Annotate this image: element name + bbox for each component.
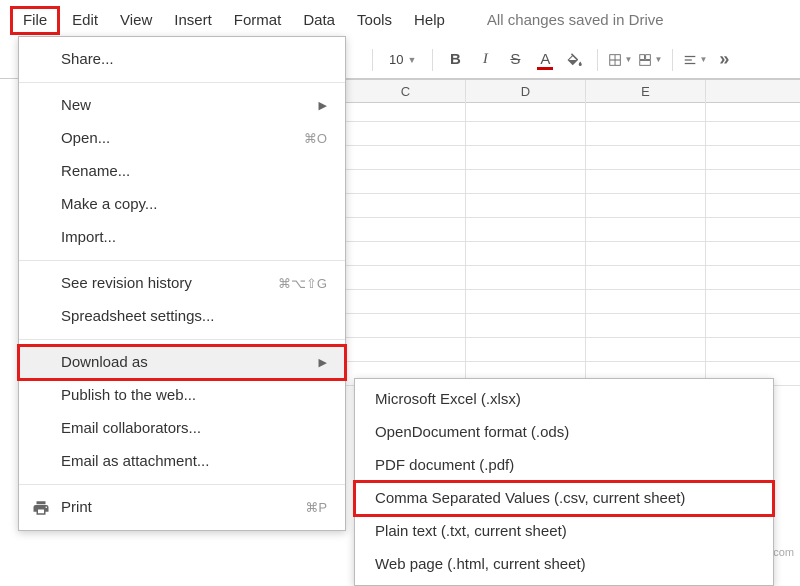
toolbar-separator [432, 49, 433, 71]
menu-item-share[interactable]: Share... [19, 43, 345, 76]
toolbar-separator [672, 49, 673, 71]
menu-item-email-collaborators[interactable]: Email collaborators... [19, 412, 345, 445]
menu-label: Email collaborators... [61, 420, 201, 437]
text-color-button[interactable]: A [533, 48, 557, 72]
submenu-item-pdf[interactable]: PDF document (.pdf) [355, 449, 773, 482]
printer-icon [31, 499, 51, 517]
submenu-item-ods[interactable]: OpenDocument format (.ods) [355, 416, 773, 449]
menu-item-email-attachment[interactable]: Email as attachment... [19, 445, 345, 478]
menu-data[interactable]: Data [293, 8, 345, 33]
toolbar-more-button[interactable]: » [713, 49, 735, 70]
horizontal-align-button[interactable]: ▼ [683, 48, 707, 72]
menu-label: New [61, 97, 91, 114]
paint-bucket-icon [566, 51, 584, 69]
fill-color-button[interactable] [563, 48, 587, 72]
menu-label: See revision history [61, 275, 192, 292]
menu-file[interactable]: File [10, 6, 60, 35]
menu-label: Download as [61, 354, 148, 371]
menu-view[interactable]: View [110, 8, 162, 33]
shortcut: ⌘⌥⇧G [278, 276, 327, 292]
menu-label: Print [61, 499, 92, 516]
chevron-down-icon: ▼ [699, 55, 707, 64]
menu-label: Email as attachment... [61, 453, 209, 470]
menu-label: Make a copy... [61, 196, 157, 213]
chevron-down-icon: ▼ [407, 55, 416, 65]
menu-item-rename[interactable]: Rename... [19, 155, 345, 188]
borders-button[interactable]: ▼ [608, 48, 632, 72]
menu-label: Publish to the web... [61, 387, 196, 404]
menu-item-publish[interactable]: Publish to the web... [19, 379, 345, 412]
menu-label: Import... [61, 229, 116, 246]
shortcut: ⌘P [305, 500, 327, 516]
menu-item-revision-history[interactable]: See revision history ⌘⌥⇧G [19, 267, 345, 300]
menu-label: Open... [61, 130, 110, 147]
submenu-arrow-icon: ▶ [319, 356, 327, 369]
file-menu-dropdown: Share... New ▶ Open... ⌘O Rename... Make a… [18, 36, 346, 531]
submenu-item-xlsx[interactable]: Microsoft Excel (.xlsx) [355, 383, 773, 416]
menu-label: Spreadsheet settings... [61, 308, 214, 325]
menu-item-download-as[interactable]: Download as ▶ [19, 346, 345, 379]
merge-icon [638, 51, 652, 69]
menu-item-import[interactable]: Import... [19, 221, 345, 254]
menu-insert[interactable]: Insert [164, 8, 222, 33]
menu-separator [19, 484, 345, 485]
toolbar-separator [597, 49, 598, 71]
menu-format[interactable]: Format [224, 8, 292, 33]
menu-item-make-copy[interactable]: Make a copy... [19, 188, 345, 221]
menu-separator [19, 339, 345, 340]
spreadsheet-grid[interactable] [346, 98, 800, 386]
merge-cells-button[interactable]: ▼ [638, 48, 662, 72]
submenu-item-html[interactable]: Web page (.html, current sheet) [355, 548, 773, 581]
borders-icon [608, 51, 622, 69]
menu-label: Share... [61, 51, 114, 68]
menu-item-open[interactable]: Open... ⌘O [19, 122, 345, 155]
menu-item-print[interactable]: Print ⌘P [19, 491, 345, 524]
menu-item-spreadsheet-settings[interactable]: Spreadsheet settings... [19, 300, 345, 333]
menu-label: Rename... [61, 163, 130, 180]
menu-separator [19, 82, 345, 83]
menu-tools[interactable]: Tools [347, 8, 402, 33]
save-status: All changes saved in Drive [487, 12, 664, 29]
shortcut: ⌘O [304, 131, 327, 147]
toolbar-separator [372, 49, 373, 71]
submenu-arrow-icon: ▶ [319, 99, 327, 112]
menu-help[interactable]: Help [404, 8, 455, 33]
menubar: File Edit View Insert Format Data Tools … [0, 0, 800, 41]
font-size-selector[interactable]: 10 ▼ [383, 50, 422, 69]
menu-edit[interactable]: Edit [62, 8, 108, 33]
align-left-icon [683, 51, 697, 69]
bold-button[interactable]: B [443, 48, 467, 72]
submenu-item-csv[interactable]: Comma Separated Values (.csv, current sh… [355, 482, 773, 515]
download-as-submenu: Microsoft Excel (.xlsx) OpenDocument for… [354, 378, 774, 586]
strikethrough-button[interactable]: S [503, 48, 527, 72]
font-size-value: 10 [389, 52, 403, 67]
submenu-item-txt[interactable]: Plain text (.txt, current sheet) [355, 515, 773, 548]
chevron-down-icon: ▼ [654, 55, 662, 64]
menu-item-new[interactable]: New ▶ [19, 89, 345, 122]
menu-separator [19, 260, 345, 261]
italic-button[interactable]: I [473, 48, 497, 72]
chevron-down-icon: ▼ [624, 55, 632, 64]
